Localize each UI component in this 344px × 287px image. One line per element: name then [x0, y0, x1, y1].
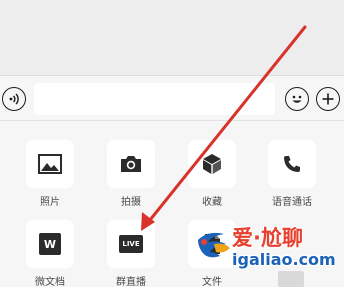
tool-label: 拍摄 — [121, 197, 141, 208]
live-icon: LIVE — [107, 220, 155, 268]
camera-icon — [107, 140, 155, 188]
tool-label: 群直播 — [116, 277, 146, 287]
watermark-url: igaliao.com — [232, 250, 336, 269]
w-doc-icon: W — [26, 220, 74, 268]
voice-icon[interactable] — [2, 87, 26, 111]
favorites-cube-icon — [188, 140, 236, 188]
message-input[interactable] — [34, 83, 275, 115]
tool-voice-call[interactable]: 语音通话 — [267, 140, 317, 208]
chat-message-area — [0, 0, 344, 75]
tool-w-doc[interactable]: W 微文档 — [25, 220, 75, 287]
emoji-icon[interactable] — [285, 87, 309, 111]
tool-label: 照片 — [40, 197, 60, 208]
watermark-logo-icon — [198, 232, 230, 258]
plus-icon[interactable] — [316, 87, 340, 111]
w-doc-glyph: W — [39, 233, 61, 255]
watermark: 爱·尬聊 igaliao.com — [194, 222, 344, 282]
photo-icon — [26, 140, 74, 188]
tool-camera[interactable]: 拍摄 — [106, 140, 156, 208]
live-glyph: LIVE — [119, 235, 143, 253]
tool-label: 收藏 — [202, 197, 222, 208]
tool-group-live[interactable]: LIVE 群直播 — [106, 220, 156, 287]
chat-input-bar — [0, 75, 344, 121]
tool-label: 微文档 — [35, 277, 65, 287]
tool-favorites[interactable]: 收藏 — [187, 140, 237, 208]
phone-icon — [268, 140, 316, 188]
tool-photo[interactable]: 照片 — [25, 140, 75, 208]
tool-label: 语音通话 — [272, 197, 312, 208]
watermark-brand: 爱·尬聊 — [232, 226, 303, 250]
